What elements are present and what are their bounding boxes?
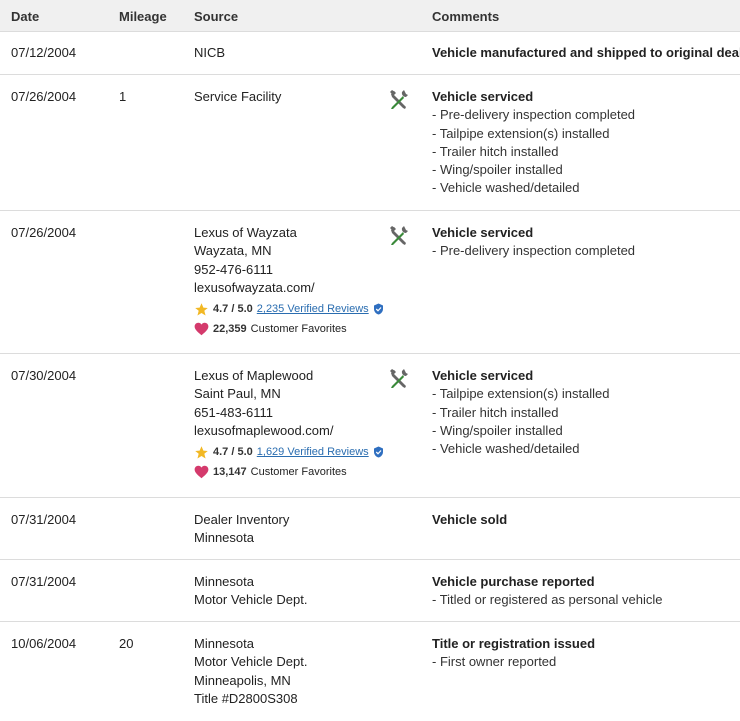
- row-comments: Title or registration issued - First own…: [432, 635, 737, 672]
- source-line: Minneapolis, MN: [194, 672, 291, 688]
- favorites-label: Customer Favorites: [250, 323, 347, 336]
- comment-title: Title or registration issued: [432, 636, 596, 651]
- table-row: 07/26/2004 Lexus of Wayzata Wayzata, MN …: [0, 211, 740, 354]
- row-date: 07/26/2004: [11, 225, 77, 240]
- source-location: Saint Paul, MN: [194, 386, 281, 402]
- favorites-label: Customer Favorites: [250, 466, 347, 479]
- row-source: Lexus of Wayzata Wayzata, MN 952-476-611…: [194, 224, 384, 337]
- source-line: NICB: [194, 45, 226, 60]
- comment-title: Vehicle manufactured and shipped to orig…: [432, 45, 740, 60]
- comment-item: - Titled or registered as personal vehic…: [432, 592, 663, 608]
- source-line: Service Facility: [194, 89, 282, 104]
- heart-icon: [194, 465, 209, 479]
- comment-item: - Tailpipe extension(s) installed: [432, 125, 610, 141]
- row-comments: Vehicle serviced - Tailpipe extension(s)…: [432, 367, 737, 458]
- row-source: NICB: [194, 44, 225, 62]
- source-phone[interactable]: 952-476-6111: [194, 261, 384, 279]
- table-row: 07/31/2004 Minnesota Motor Vehicle Dept.…: [0, 560, 740, 622]
- source-line: Title #D2800S308: [194, 690, 298, 706]
- row-source: Minnesota Motor Vehicle Dept. Minneapoli…: [194, 635, 307, 708]
- source-location: Wayzata, MN: [194, 243, 272, 259]
- comment-title: Vehicle serviced: [432, 368, 534, 383]
- comment-item: - Trailer hitch installed: [432, 404, 559, 420]
- table-row: 10/06/2004 20 Minnesota Motor Vehicle De…: [0, 622, 740, 721]
- row-comments: Vehicle purchase reported - Titled or re…: [432, 573, 737, 610]
- row-date: 07/12/2004: [11, 45, 77, 60]
- row-mileage: 1: [119, 89, 127, 104]
- rating-score: 4.7 / 5.0: [213, 446, 253, 459]
- row-date: 07/30/2004: [11, 368, 77, 383]
- row-comments: Vehicle sold: [432, 511, 737, 529]
- customer-favorites: 22,359 Customer Favorites: [194, 321, 384, 337]
- row-date: 07/26/2004: [11, 89, 77, 104]
- tools-icon: [388, 89, 410, 111]
- row-date: 10/06/2004: [11, 636, 77, 651]
- row-comments: Vehicle serviced - Pre-delivery inspecti…: [432, 88, 737, 198]
- heart-icon: [194, 322, 209, 336]
- dealer-rating: 4.7 / 5.0 2,235 Verified Reviews: [194, 301, 384, 317]
- vehicle-history-table: Date Mileage Source Comments 07/12/2004 …: [0, 0, 740, 721]
- comment-item: - Wing/spoiler installed: [432, 162, 563, 178]
- table-row: 07/26/2004 1 Service Facility Vehicle se…: [0, 75, 740, 211]
- row-date: 07/31/2004: [11, 512, 77, 527]
- source-line: Minnesota: [194, 530, 254, 546]
- source-name: Lexus of Wayzata: [194, 225, 297, 240]
- row-comments: Vehicle manufactured and shipped to orig…: [432, 44, 740, 62]
- table-row: 07/12/2004 NICB Vehicle manufactured and…: [0, 32, 740, 75]
- verified-reviews-link[interactable]: 2,235 Verified Reviews: [257, 301, 369, 317]
- comment-item: - Pre-delivery inspection completed: [432, 107, 636, 123]
- source-name: Lexus of Maplewood: [194, 368, 314, 383]
- source-line: Minnesota: [194, 636, 254, 651]
- favorites-count: 13,147: [213, 466, 247, 479]
- source-line: Minnesota: [194, 574, 254, 589]
- tools-icon: [388, 368, 410, 390]
- comment-title: Vehicle serviced: [432, 225, 534, 240]
- source-website[interactable]: lexusofwayzata.com/: [194, 279, 384, 297]
- row-source: Dealer Inventory Minnesota: [194, 511, 289, 548]
- comment-item: - Pre-delivery inspection completed: [432, 243, 636, 259]
- row-source: Minnesota Motor Vehicle Dept.: [194, 573, 307, 610]
- comment-item: - Vehicle washed/detailed: [432, 180, 580, 196]
- verified-reviews-link[interactable]: 1,629 Verified Reviews: [257, 444, 369, 460]
- comment-title: Vehicle sold: [432, 512, 508, 527]
- table-row: 07/31/2004 Dealer Inventory Minnesota Ve…: [0, 498, 740, 560]
- comment-title: Vehicle purchase reported: [432, 574, 595, 589]
- comment-item: - First owner reported: [432, 654, 557, 670]
- table-row: 07/30/2004 Lexus of Maplewood Saint Paul…: [0, 354, 740, 498]
- header-date: Date: [11, 9, 40, 24]
- row-comments: Vehicle serviced - Pre-delivery inspecti…: [432, 224, 737, 261]
- row-mileage: 20: [119, 636, 134, 651]
- customer-favorites: 13,147 Customer Favorites: [194, 464, 384, 480]
- source-line: Dealer Inventory: [194, 512, 290, 527]
- row-source: Lexus of Maplewood Saint Paul, MN 651-48…: [194, 367, 384, 480]
- header-comments: Comments: [432, 9, 500, 24]
- header-source: Source: [194, 9, 239, 24]
- source-line: Motor Vehicle Dept.: [194, 592, 308, 608]
- comment-item: - Wing/spoiler installed: [432, 422, 563, 438]
- tools-icon: [388, 225, 410, 247]
- source-phone[interactable]: 651-483-6111: [194, 404, 384, 422]
- star-icon: [195, 445, 208, 459]
- dealer-rating: 4.7 / 5.0 1,629 Verified Reviews: [194, 444, 384, 460]
- comment-item: - Vehicle washed/detailed: [432, 441, 580, 457]
- row-date: 07/31/2004: [11, 574, 77, 589]
- favorites-count: 22,359: [213, 323, 247, 336]
- source-line: Motor Vehicle Dept.: [194, 654, 308, 670]
- comment-item: - Trailer hitch installed: [432, 143, 559, 159]
- verified-badge-icon: [373, 446, 383, 458]
- comment-item: - Tailpipe extension(s) installed: [432, 386, 610, 402]
- rating-score: 4.7 / 5.0: [213, 303, 253, 316]
- header-mileage: Mileage: [119, 9, 167, 24]
- star-icon: [195, 302, 208, 316]
- verified-badge-icon: [373, 303, 383, 315]
- comment-title: Vehicle serviced: [432, 89, 534, 104]
- source-website[interactable]: lexusofmaplewood.com/: [194, 422, 384, 440]
- row-source: Service Facility: [194, 88, 281, 106]
- table-header: Date Mileage Source Comments: [0, 0, 740, 32]
